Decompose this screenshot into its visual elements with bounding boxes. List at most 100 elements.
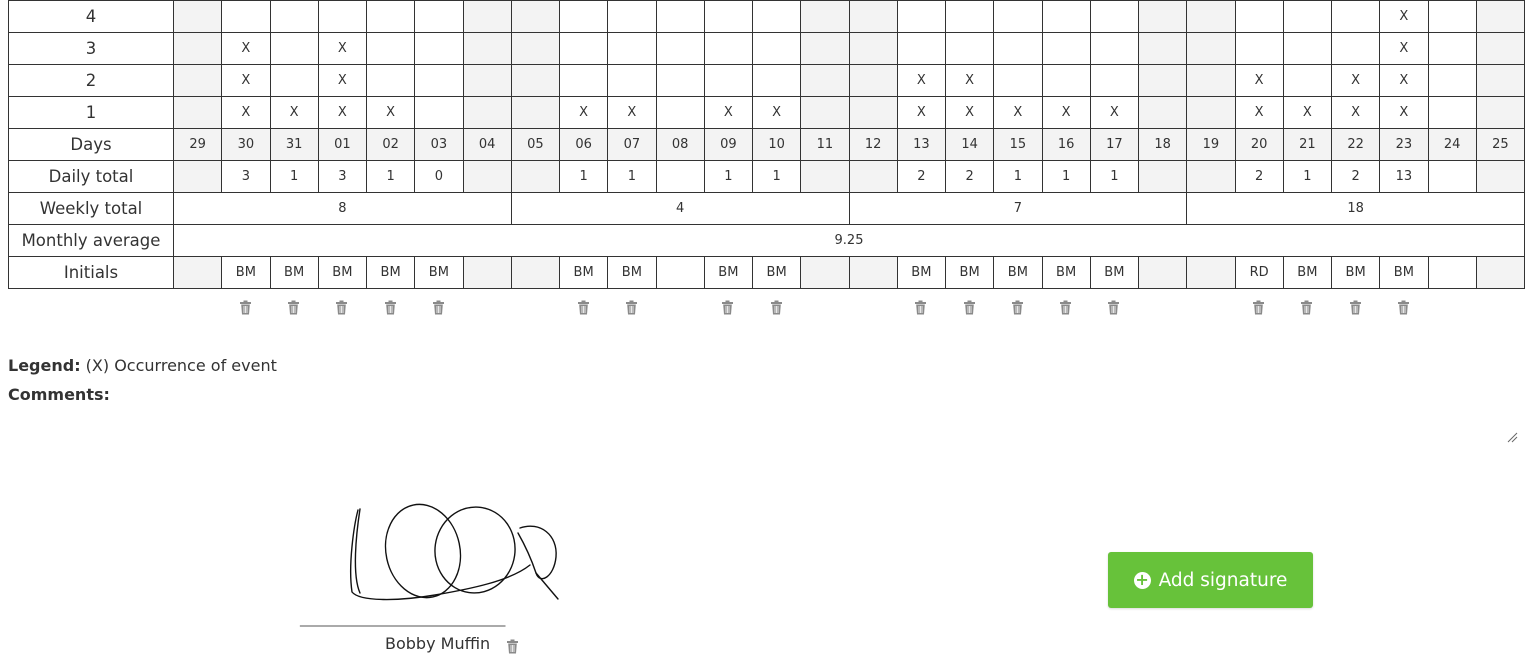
mark-cell[interactable]: [751, 64, 802, 97]
resize-grip-icon[interactable]: [1506, 431, 1518, 443]
mark-cell[interactable]: [1427, 0, 1477, 33]
mark-cell[interactable]: [1089, 32, 1140, 65]
mark-cell[interactable]: [462, 32, 512, 65]
mark-cell[interactable]: [1234, 0, 1284, 33]
mark-cell[interactable]: [462, 0, 512, 33]
trash-icon[interactable]: [1107, 300, 1120, 315]
mark-cell[interactable]: [269, 64, 319, 97]
mark-cell[interactable]: [558, 32, 609, 65]
mark-cell[interactable]: [414, 64, 464, 97]
mark-cell[interactable]: [510, 64, 561, 97]
mark-cell[interactable]: [848, 32, 898, 65]
mark-cell[interactable]: [1475, 96, 1526, 129]
trash-icon[interactable]: [577, 300, 590, 315]
trash-icon[interactable]: [625, 300, 638, 315]
mark-cell[interactable]: [751, 32, 802, 65]
mark-cell[interactable]: [1137, 32, 1188, 65]
mark-cell[interactable]: [172, 96, 223, 129]
mark-cell[interactable]: [848, 96, 898, 129]
mark-cell[interactable]: [1282, 64, 1333, 97]
mark-cell[interactable]: [800, 64, 850, 97]
mark-cell[interactable]: [1427, 96, 1477, 129]
mark-cell[interactable]: [703, 0, 754, 33]
mark-cell[interactable]: [172, 32, 223, 65]
mark-cell[interactable]: [607, 64, 657, 97]
trash-icon[interactable]: [239, 300, 252, 315]
trash-icon[interactable]: [432, 300, 445, 315]
mark-cell[interactable]: [558, 0, 609, 33]
mark-cell[interactable]: [510, 96, 561, 129]
trash-icon[interactable]: [1059, 300, 1072, 315]
mark-cell[interactable]: X: [751, 96, 802, 129]
mark-cell[interactable]: X: [269, 96, 319, 129]
mark-cell[interactable]: [944, 32, 995, 65]
mark-cell[interactable]: [1137, 96, 1188, 129]
mark-cell[interactable]: [462, 96, 512, 129]
mark-cell[interactable]: [365, 0, 416, 33]
mark-cell[interactable]: [655, 64, 705, 97]
mark-cell[interactable]: [1041, 64, 1091, 97]
mark-cell[interactable]: X: [1041, 96, 1091, 129]
mark-cell[interactable]: [944, 0, 995, 33]
mark-cell[interactable]: [1041, 0, 1091, 33]
mark-cell[interactable]: [607, 0, 657, 33]
mark-cell[interactable]: [607, 32, 657, 65]
trash-icon[interactable]: [1397, 300, 1410, 315]
mark-cell[interactable]: [510, 0, 561, 33]
mark-cell[interactable]: [848, 64, 898, 97]
mark-cell[interactable]: [896, 32, 947, 65]
mark-cell[interactable]: [221, 0, 271, 33]
trash-icon[interactable]: [770, 300, 783, 315]
mark-cell[interactable]: X: [703, 96, 754, 129]
mark-cell[interactable]: [751, 0, 802, 33]
mark-cell[interactable]: [800, 0, 850, 33]
mark-cell[interactable]: [1330, 0, 1381, 33]
mark-cell[interactable]: X: [1379, 96, 1429, 129]
mark-cell[interactable]: [1234, 32, 1284, 65]
mark-cell[interactable]: [1186, 64, 1236, 97]
trash-icon[interactable]: [1011, 300, 1024, 315]
mark-cell[interactable]: [1330, 32, 1381, 65]
mark-cell[interactable]: [172, 0, 223, 33]
mark-cell[interactable]: [1282, 0, 1333, 33]
trash-icon[interactable]: [287, 300, 300, 315]
mark-cell[interactable]: [1089, 0, 1140, 33]
mark-cell[interactable]: X: [558, 96, 609, 129]
mark-cell[interactable]: [1186, 0, 1236, 33]
trash-icon[interactable]: [335, 300, 348, 315]
mark-cell[interactable]: X: [607, 96, 657, 129]
mark-cell[interactable]: X: [1282, 96, 1333, 129]
mark-cell[interactable]: [1475, 32, 1526, 65]
mark-cell[interactable]: [848, 0, 898, 33]
mark-cell[interactable]: X: [896, 64, 947, 97]
mark-cell[interactable]: [896, 0, 947, 33]
mark-cell[interactable]: X: [221, 96, 271, 129]
mark-cell[interactable]: [1186, 96, 1236, 129]
mark-cell[interactable]: [414, 0, 464, 33]
mark-cell[interactable]: X: [1330, 64, 1381, 97]
mark-cell[interactable]: [269, 0, 319, 33]
mark-cell[interactable]: [800, 32, 850, 65]
mark-cell[interactable]: X: [221, 64, 271, 97]
mark-cell[interactable]: [993, 64, 1043, 97]
mark-cell[interactable]: X: [317, 32, 368, 65]
mark-cell[interactable]: X: [1379, 32, 1429, 65]
trash-icon[interactable]: [1300, 300, 1313, 315]
mark-cell[interactable]: X: [1379, 64, 1429, 97]
trash-icon[interactable]: [506, 639, 519, 658]
trash-icon[interactable]: [1349, 300, 1362, 315]
mark-cell[interactable]: [1282, 32, 1333, 65]
mark-cell[interactable]: [510, 32, 561, 65]
mark-cell[interactable]: [1186, 32, 1236, 65]
mark-cell[interactable]: [800, 96, 850, 129]
mark-cell[interactable]: [703, 64, 754, 97]
mark-cell[interactable]: [462, 64, 512, 97]
mark-cell[interactable]: [269, 32, 319, 65]
mark-cell[interactable]: [1475, 64, 1526, 97]
mark-cell[interactable]: [703, 32, 754, 65]
mark-cell[interactable]: [655, 96, 705, 129]
mark-cell[interactable]: X: [944, 64, 995, 97]
mark-cell[interactable]: [993, 0, 1043, 33]
mark-cell[interactable]: [365, 64, 416, 97]
mark-cell[interactable]: X: [993, 96, 1043, 129]
